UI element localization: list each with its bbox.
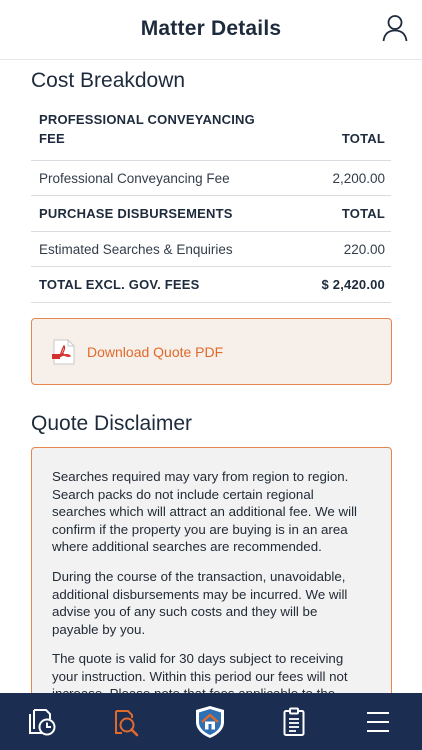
app-header: Matter Details [0, 0, 422, 60]
download-quote-pdf-button[interactable]: Download Quote PDF [31, 318, 392, 385]
table-header-row: PURCHASE DISBURSEMENTS TOTAL [31, 196, 391, 232]
searches-value: 220.00 [343, 242, 385, 257]
disbursements-header: PURCHASE DISBURSEMENTS [39, 206, 233, 221]
disclaimer-line: payable by you. [52, 621, 146, 637]
total-row: TOTAL EXCL. GOV. FEES $ 2,420.00 [31, 267, 391, 303]
disclaimer-line: Searches required may vary from region t… [52, 469, 349, 484]
searches-label: Estimated Searches & Enquiries [39, 242, 233, 257]
profile-icon[interactable] [382, 14, 408, 42]
disclaimer-line: The quote is valid for 30 days subject t… [52, 651, 344, 666]
table-row: Professional Conveyancing Fee 2,200.00 [31, 161, 391, 196]
disclaimer-line: Search packs do not include certain regi… [52, 486, 314, 502]
clipboard-list-icon [283, 707, 305, 736]
tab-checklist[interactable] [252, 693, 336, 750]
disclaimer-paragraph: The quote is valid for 30 days subject t… [52, 650, 374, 693]
total-value: $ 2,420.00 [321, 277, 385, 292]
content-area[interactable]: Cost Breakdown PROFESSIONAL CONVEYANCING… [0, 60, 422, 693]
bottom-tab-bar [0, 693, 422, 750]
total-column-header: TOTAL [341, 131, 385, 146]
table-row: Estimated Searches & Enquiries 220.00 [31, 232, 391, 267]
disclaimer-line: advise you of any such costs and they wi… [52, 604, 318, 619]
conveyancing-fee-value: 2,200.00 [332, 171, 385, 186]
disclaimer-box: Searches required may vary from region t… [31, 447, 392, 693]
table-header-row: PROFESSIONAL CONVEYANCING FEE TOTAL [31, 108, 391, 161]
pdf-file-icon [52, 339, 75, 365]
menu-icon [367, 711, 389, 732]
disclaimer-line: increase. Please note that fees applicab… [52, 685, 374, 693]
disclaimer-line: During the course of the transaction, un… [52, 569, 346, 584]
quote-disclaimer-title: Quote Disclaimer [31, 412, 193, 435]
conveyancing-fee-label: Professional Conveyancing Fee [39, 171, 230, 186]
disclaimer-line: confirm if the property you are buying i… [52, 521, 348, 537]
cost-table: PROFESSIONAL CONVEYANCING FEE TOTAL Prof… [31, 108, 391, 303]
tab-menu[interactable] [336, 693, 420, 750]
disclaimer-line: additional disbursements may be incurred… [52, 586, 348, 602]
total-label: TOTAL EXCL. GOV. FEES [39, 277, 200, 292]
cost-breakdown-title: Cost Breakdown [31, 69, 186, 92]
disclaimer-line: searches which will attract an additiona… [52, 504, 357, 519]
tab-matter-details[interactable] [84, 693, 168, 750]
document-clock-icon [29, 708, 56, 735]
search-document-icon [115, 709, 139, 736]
disclaimer-paragraph: During the course of the transaction, un… [52, 568, 374, 638]
download-quote-pdf-label: Download Quote PDF [87, 344, 224, 360]
tab-home[interactable] [168, 693, 252, 750]
conveyancing-header-line2: FEE [39, 131, 65, 146]
total-column-header: TOTAL [341, 206, 385, 221]
disclaimer-paragraph: Searches required may vary from region t… [52, 468, 374, 556]
disclaimer-line: your instruction. Within this period our… [52, 668, 348, 684]
conveyancing-header-line1: PROFESSIONAL CONVEYANCING [39, 112, 255, 127]
page-title: Matter Details [140, 17, 282, 40]
disclaimer-line: where additional searches are recommende… [52, 539, 322, 554]
house-shield-logo-icon [196, 705, 224, 738]
tab-matter-history[interactable] [0, 693, 84, 750]
